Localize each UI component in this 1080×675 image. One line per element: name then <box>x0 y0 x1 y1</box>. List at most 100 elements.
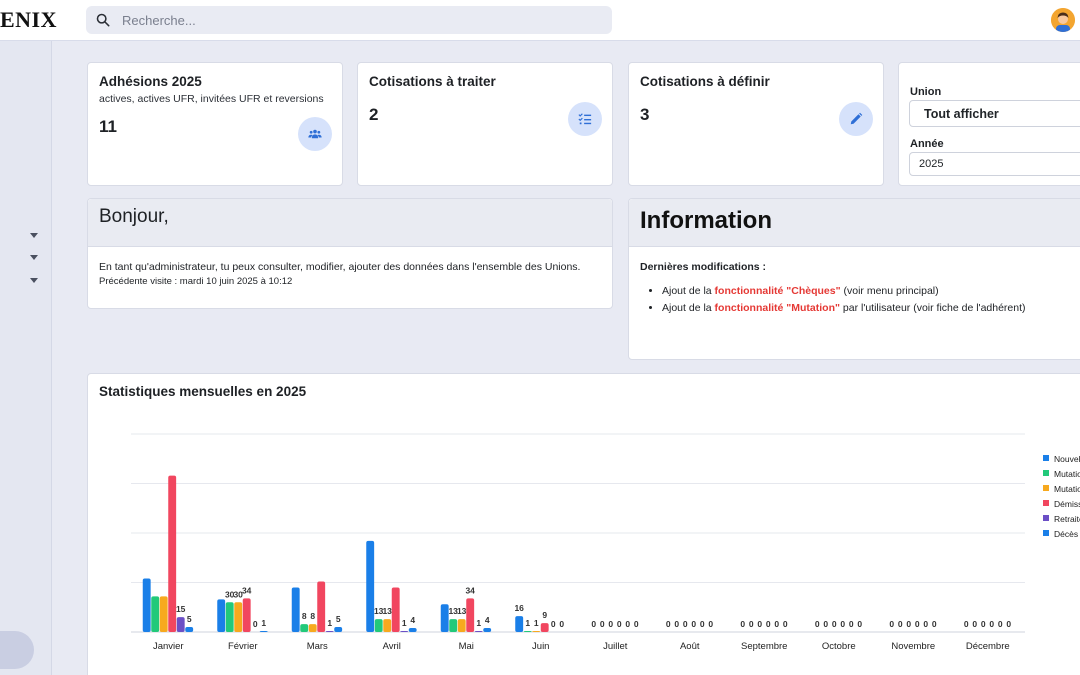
chart-bar <box>515 616 524 632</box>
information-card: Information Dernières modifications : Aj… <box>628 198 1080 360</box>
chart-bar <box>532 631 541 632</box>
data-label: 1 <box>476 618 481 628</box>
year-select[interactable]: 2025 <box>909 152 1080 176</box>
data-label: 8 <box>302 611 307 621</box>
year-select-value: 2025 <box>919 158 944 170</box>
data-label: 5 <box>336 614 341 624</box>
chart-bar <box>400 631 409 632</box>
data-label: 0 <box>889 619 894 629</box>
sidebar <box>0 41 52 675</box>
kpi-subtitle: actives, actives UFR, invitées UFR et re… <box>99 93 324 105</box>
data-label: 0 <box>551 619 556 629</box>
data-label: 13 <box>382 606 392 616</box>
data-label: 0 <box>923 619 928 629</box>
chevron-down-icon[interactable] <box>30 278 38 283</box>
chart-bar <box>474 631 483 632</box>
data-label: 0 <box>981 619 986 629</box>
data-label: 1 <box>327 618 332 628</box>
data-label: 34 <box>465 585 475 595</box>
chart-bar <box>176 617 185 632</box>
chart-bar <box>300 624 309 632</box>
chart-bar <box>334 627 343 632</box>
data-label: 16 <box>514 603 524 613</box>
x-tick-label: Février <box>228 641 258 652</box>
chart-bar <box>391 587 400 632</box>
chart-bar <box>483 628 492 632</box>
kpi-card-adhesions: Adhésions 2025 actives, actives UFR, inv… <box>87 62 343 186</box>
data-label: 0 <box>1006 619 1011 629</box>
data-label: 0 <box>634 619 639 629</box>
chart-bar <box>383 619 392 632</box>
x-tick-label: Juillet <box>603 641 628 652</box>
union-label: Union <box>910 86 942 98</box>
search-input[interactable] <box>122 12 592 28</box>
item-text: (voir menu principal) <box>840 285 939 297</box>
chart-bar <box>142 578 151 632</box>
kpi-value: 11 <box>99 117 117 136</box>
filter-card: Union Tout afficher Année 2025 <box>898 62 1080 186</box>
legend-label: Mutatio <box>1054 484 1080 494</box>
x-tick-label: Octobre <box>822 641 856 652</box>
data-label: 0 <box>683 619 688 629</box>
user-avatar[interactable] <box>1051 8 1075 32</box>
data-label: 0 <box>989 619 994 629</box>
chart-bar <box>408 628 417 632</box>
data-label: 0 <box>783 619 788 629</box>
chevron-down-icon[interactable] <box>30 233 38 238</box>
list-item: Ajout de la fonctionnalité "Mutation" pa… <box>662 302 1026 314</box>
users-icon <box>298 117 332 151</box>
data-label: 1 <box>402 618 407 628</box>
chart-bar <box>217 599 226 632</box>
chevron-down-icon[interactable] <box>30 255 38 260</box>
chart-bar <box>159 596 168 632</box>
year-label: Année <box>910 138 944 150</box>
x-tick-label: Mai <box>459 641 474 652</box>
information-title: Information <box>640 207 772 234</box>
welcome-header: Bonjour, <box>88 199 612 247</box>
chart-bar <box>259 631 268 632</box>
item-highlight: fonctionnalité "Chèques" <box>714 285 841 297</box>
search-bar[interactable] <box>86 6 612 34</box>
changelog-list: Ajout de la fonctionnalité "Chèques" (vo… <box>650 285 1026 319</box>
chart-bar <box>151 596 160 632</box>
chart-bar <box>523 631 532 632</box>
data-label: 0 <box>674 619 679 629</box>
legend-label: Nouvell <box>1054 454 1080 464</box>
avatar-icon <box>1051 8 1075 32</box>
data-label: 0 <box>591 619 596 629</box>
chart-bar <box>225 602 234 632</box>
data-label: 0 <box>740 619 745 629</box>
chart-bar <box>308 624 317 632</box>
data-label: 0 <box>608 619 613 629</box>
legend-label: Mutatio <box>1054 469 1080 479</box>
data-label: 5 <box>187 614 192 624</box>
legend-swatch <box>1043 515 1049 521</box>
data-label: 0 <box>625 619 630 629</box>
chart-bar <box>366 540 375 632</box>
data-label: 0 <box>700 619 705 629</box>
legend-label: Retraite <box>1054 514 1080 524</box>
data-label: 8 <box>310 611 315 621</box>
kpi-title: Adhésions 2025 <box>99 74 202 89</box>
list-check-icon <box>568 102 602 136</box>
kpi-title: Cotisations à traiter <box>369 74 496 89</box>
app-logo[interactable]: ENIX <box>0 7 57 33</box>
item-text: par l'utilisateur (voir fiche de l'adhér… <box>840 302 1026 314</box>
chart-bar <box>457 619 466 632</box>
x-tick-label: Juin <box>532 641 549 652</box>
stats-card: Statistiques mensuelles en 2025 15 5 Janvi… <box>87 373 1080 675</box>
data-label: 0 <box>815 619 820 629</box>
data-label: 0 <box>832 619 837 629</box>
chart-bar <box>317 581 326 632</box>
monthly-stats-chart: 155Janvier30 30 340 1Février8 81 5Mars13 131 4A… <box>131 433 1080 652</box>
chart-bar <box>466 598 475 632</box>
sidebar-toggle-button[interactable] <box>0 631 34 669</box>
union-select[interactable]: Tout afficher <box>909 100 1080 127</box>
data-label: 0 <box>915 619 920 629</box>
data-label: 0 <box>898 619 903 629</box>
data-label: 1 <box>525 618 530 628</box>
data-label: 0 <box>823 619 828 629</box>
data-label: 0 <box>617 619 622 629</box>
data-label: 0 <box>757 619 762 629</box>
data-label: 1 <box>534 618 539 628</box>
